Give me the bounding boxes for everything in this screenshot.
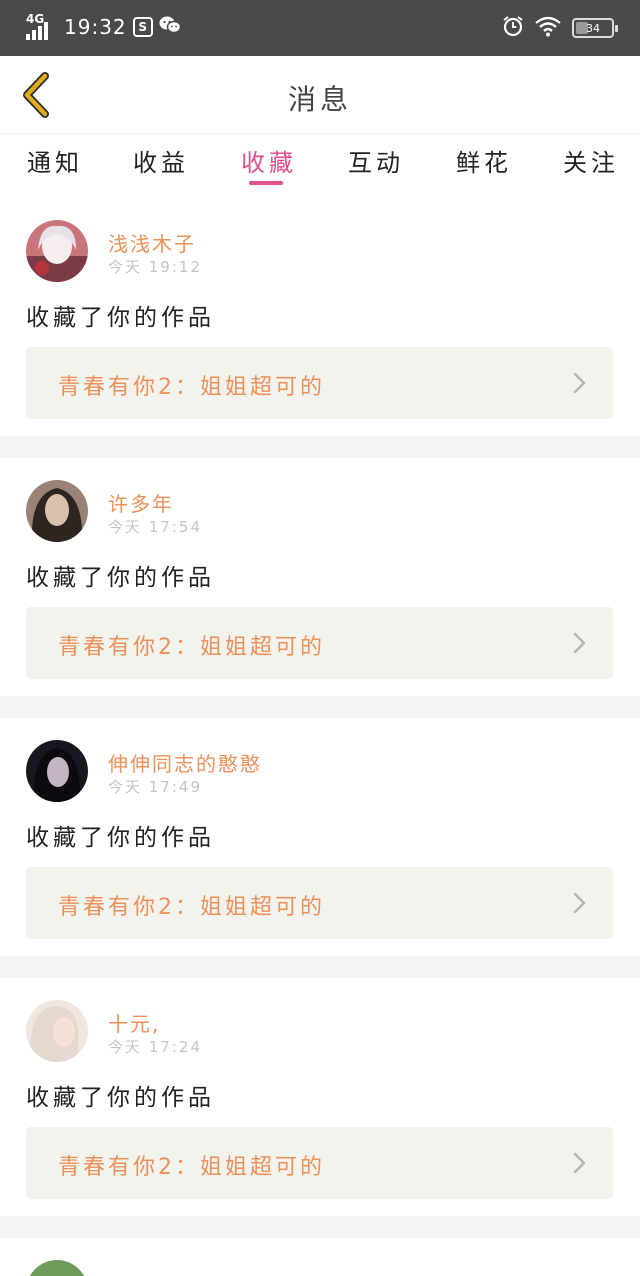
tab-bar: 通知 收益 收藏 互动 鲜花 关注 [0,135,640,197]
avatar[interactable] [26,1260,88,1276]
battery-level: 34 [586,21,600,35]
user-name[interactable]: 伸伸同志的憨憨 [108,748,262,777]
list-item: 浅浅木子 今天 19:12 收藏了你的作品 青春有你2：姐姐超可的 [0,198,640,436]
timestamp: 今天 17:24 [108,1038,202,1056]
user-name[interactable]: 十元, [108,1008,160,1037]
status-bar: 4G 19:32 S 34 [0,0,640,56]
list-item: 十元, 今天 17:24 收藏了你的作品 青春有你2：姐姐超可的 [0,978,640,1216]
wechat-icon [159,15,181,39]
action-text: 收藏了你的作品 [26,825,215,851]
avatar[interactable] [26,1000,88,1062]
work-link[interactable]: 青春有你2：姐姐超可的 [26,347,613,419]
divider [0,956,640,978]
divider [0,1216,640,1238]
action-text: 收藏了你的作品 [26,1085,215,1111]
timestamp: 今天 19:12 [108,258,202,276]
divider [0,696,640,718]
action-text: 收藏了你的作品 [26,305,215,331]
timestamp: 今天 17:49 [108,778,202,796]
timestamp: 今天 17:54 [108,518,202,536]
user-name[interactable]: 许多年 [108,488,174,517]
work-title: 青春有你2：姐姐超可的 [58,1155,325,1180]
work-title: 青春有你2：姐姐超可的 [58,375,325,400]
wifi-icon [534,15,562,41]
tab-interactions[interactable]: 互动 [348,143,404,178]
work-link[interactable]: 青春有你2：姐姐超可的 [26,607,613,679]
action-text: 收藏了你的作品 [26,565,215,591]
page-title: 消息 [287,83,352,116]
list-item: 许多年 今天 17:54 收藏了你的作品 青春有你2：姐姐超可的 [0,458,640,696]
divider [0,436,640,458]
app-header: 消息 [0,56,640,134]
clock: 19:32 [64,15,127,39]
chevron-right-icon [573,892,586,914]
work-link[interactable]: 青春有你2：姐姐超可的 [26,1127,613,1199]
signal-icon: 4G [26,12,56,40]
user-name[interactable]: 浅浅木子 [108,228,196,257]
tab-notifications[interactable]: 通知 [27,143,83,178]
chevron-right-icon [573,632,586,654]
chevron-right-icon [573,372,586,394]
work-title: 青春有你2：姐姐超可的 [58,635,325,660]
tab-favorites[interactable]: 收藏 [241,143,297,178]
list-item: 伸伸同志的憨憨 今天 17:49 收藏了你的作品 青春有你2：姐姐超可的 [0,718,640,956]
avatar[interactable] [26,220,88,282]
tab-earnings[interactable]: 收益 [133,143,189,178]
status-left: 4G 19:32 S [26,12,181,40]
app-notification-icon: S [132,17,153,37]
tab-following[interactable]: 关注 [563,143,619,178]
work-title: 青春有你2：姐姐超可的 [58,895,325,920]
avatar[interactable] [26,740,88,802]
avatar[interactable] [26,480,88,542]
work-link[interactable]: 青春有你2：姐姐超可的 [26,867,613,939]
notification-feed: 浅浅木子 今天 19:12 收藏了你的作品 青春有你2：姐姐超可的 许多年 今天… [0,198,640,1276]
active-tab-indicator [249,181,283,185]
tab-flowers[interactable]: 鲜花 [456,143,512,178]
list-item [0,1238,640,1276]
alarm-icon [502,15,524,41]
battery-icon: 34 [572,18,618,38]
status-right: 34 [502,15,618,41]
chevron-right-icon [573,1152,586,1174]
